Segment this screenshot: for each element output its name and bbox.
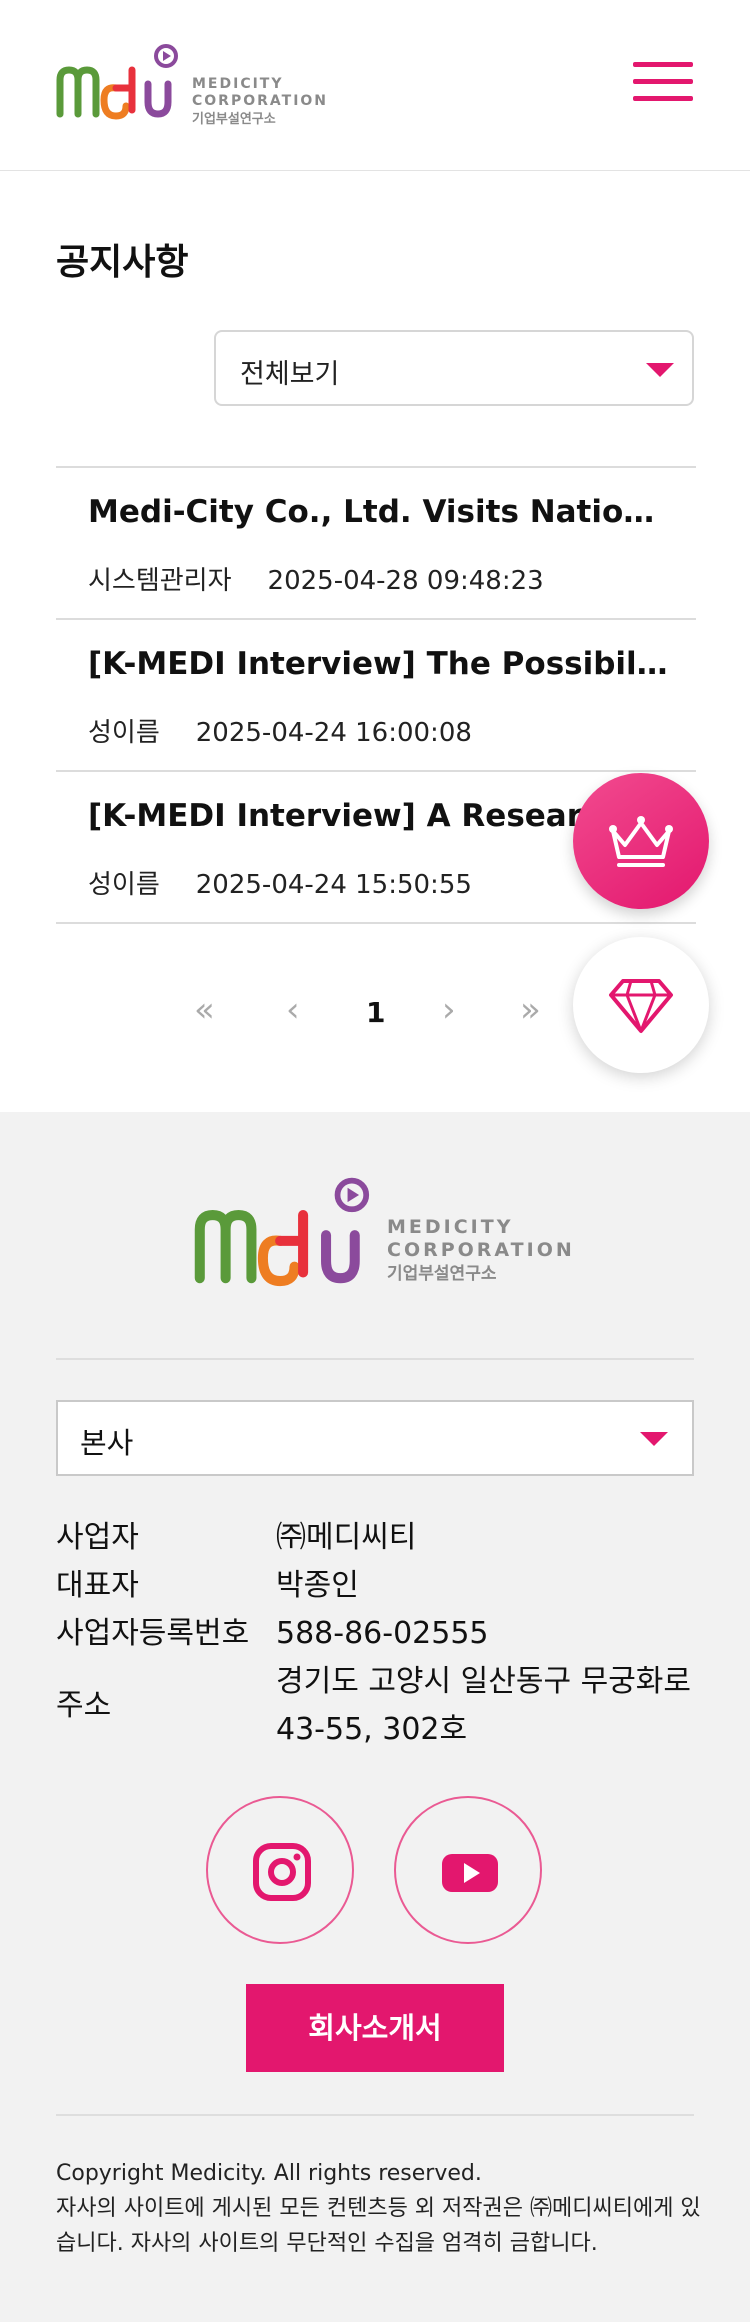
logo-text-medicity: MEDICITY — [387, 1216, 514, 1238]
info-label: 대표자 — [56, 1568, 139, 1603]
instagram-icon — [253, 1843, 311, 1901]
hamburger-menu-icon[interactable] — [633, 62, 693, 106]
site-footer: MEDICITY CORPORATION 기업부설연구소 본사 사업자 ㈜메디씨… — [0, 1112, 750, 2322]
company-info: 사업자 ㈜메디씨티 대표자 박종인 사업자등록번호 588-86-02555 주… — [56, 1514, 696, 1754]
logo-text-lab: 기업부설연구소 — [387, 1263, 497, 1284]
category-filter-select[interactable]: 전체보기 — [214, 330, 694, 406]
logo-text-corporation: CORPORATION — [192, 92, 329, 109]
crown-floating-button[interactable] — [573, 773, 709, 909]
first-page-button[interactable]: « — [194, 990, 215, 1030]
info-value: 박종인 — [276, 1568, 359, 1603]
branch-selected-value: 본사 — [80, 1426, 134, 1460]
footer-divider — [56, 2114, 694, 2116]
medicity-logo-mark — [56, 44, 178, 120]
youtube-icon — [442, 1854, 498, 1892]
copyright-text: Copyright Medicity. All rights reserved. — [56, 2161, 482, 2186]
footer-divider — [56, 1358, 694, 1360]
current-page-number[interactable]: 1 — [366, 996, 385, 1029]
instagram-button[interactable] — [206, 1796, 354, 1944]
filter-selected-value: 전체보기 — [240, 359, 340, 390]
diamond-icon — [609, 979, 673, 1033]
diamond-floating-button[interactable] — [573, 937, 709, 1073]
youtube-button[interactable] — [394, 1796, 542, 1944]
notice-author: 시스템관리자 — [88, 566, 232, 596]
info-label: 사업자등록번호 — [56, 1616, 250, 1651]
info-value: 588-86-02555 — [276, 1616, 489, 1651]
notice-author: 성이름 — [88, 870, 160, 900]
pagination: « ‹ 1 › » — [180, 990, 580, 1040]
info-value: ㈜메디씨티 — [276, 1520, 417, 1555]
company-brochure-button[interactable]: 회사소개서 — [246, 1984, 504, 2072]
chevron-down-icon — [646, 363, 674, 377]
logo-text-medicity: MEDICITY — [192, 76, 284, 92]
info-label: 사업자 — [56, 1520, 139, 1555]
info-value: 경기도 고양시 일산동구 무궁화로 43-55, 302호 — [276, 1664, 692, 1747]
crown-icon — [609, 816, 673, 867]
medicity-logo-mark — [194, 1177, 370, 1287]
footer-logo[interactable]: MEDICITY CORPORATION 기업부설연구소 — [193, 1172, 575, 1304]
list-item[interactable]: Medi-City Co., Ltd. Visits National Univ… — [56, 468, 696, 620]
notice-title[interactable]: Medi-City Co., Ltd. Visits National Univ… — [88, 494, 668, 530]
last-page-button[interactable]: » — [520, 990, 541, 1030]
notice-date: 2025-04-28 09:48:23 — [267, 566, 544, 596]
site-header: MEDICITY CORPORATION 기업부설연구소 — [0, 0, 750, 171]
logo-text-lab: 기업부설연구소 — [192, 111, 276, 127]
page-title: 공지사항 — [56, 242, 189, 283]
branch-select[interactable]: 본사 — [56, 1400, 694, 1476]
list-item[interactable]: [K-MEDI Interview] The Possibility of Me… — [56, 620, 696, 772]
prev-page-button[interactable]: ‹ — [286, 990, 300, 1030]
notice-date: 2025-04-24 16:00:08 — [195, 718, 472, 748]
logo-text-corporation: CORPORATION — [387, 1238, 575, 1261]
medicity-logo[interactable]: MEDICITY CORPORATION 기업부설연구소 — [56, 40, 328, 132]
notice-author: 성이름 — [88, 718, 160, 748]
notice-date: 2025-04-24 15:50:55 — [195, 870, 472, 900]
info-label: 주소 — [56, 1688, 112, 1723]
notice-title[interactable]: [K-MEDI Interview] The Possibility of Me… — [88, 646, 668, 682]
copyright-block: Copyright Medicity. All rights reserved.… — [56, 2156, 706, 2261]
chevron-down-icon — [640, 1432, 668, 1446]
copyright-notice: 자사의 사이트에 게시된 모든 컨텐츠등 외 저작권은 ㈜메디씨티에게 있습니다… — [56, 2196, 701, 2256]
next-page-button[interactable]: › — [442, 990, 456, 1030]
